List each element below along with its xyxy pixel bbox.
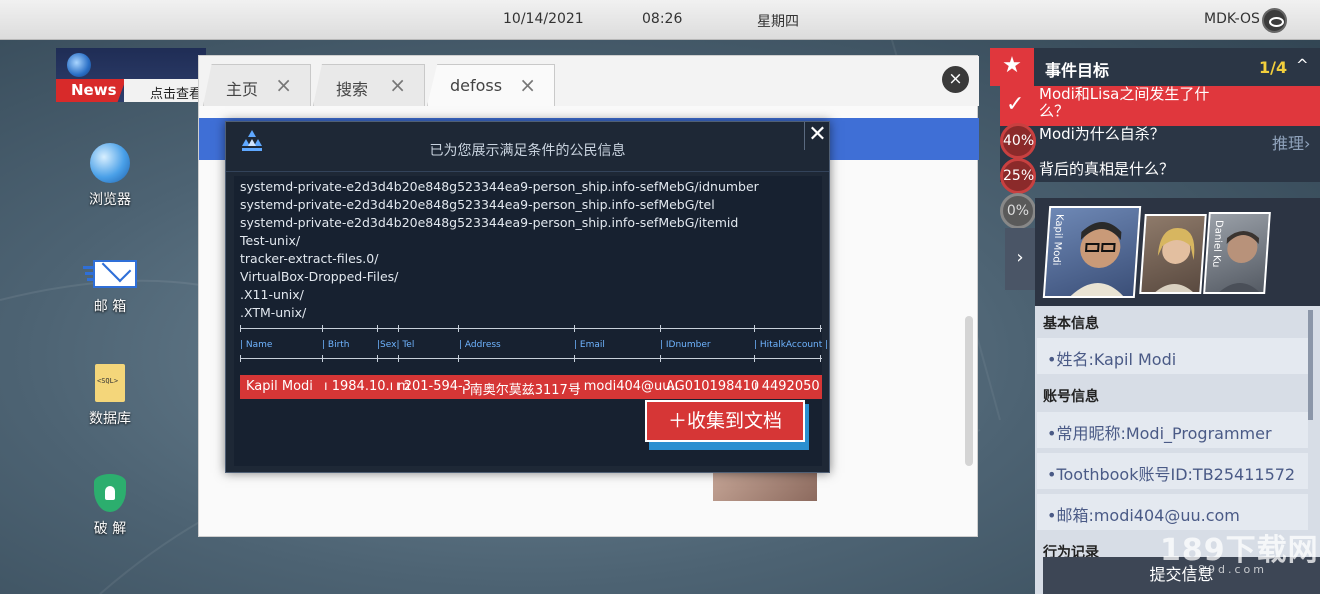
table-divider [240, 355, 822, 362]
goals-progress-count: 1/4 [1259, 58, 1288, 77]
time-display: 08:26 [642, 11, 683, 27]
col-header-sex-tel: |Sex| Tel [377, 340, 415, 350]
output-line: .XTM-unix/ [240, 305, 307, 320]
col-header-idnumber: | IDnumber [660, 340, 711, 350]
section-basic-info: 基本信息 [1043, 316, 1099, 332]
info-row-name[interactable]: •姓名:Kapil Modi [1037, 338, 1308, 374]
output-line: Test-unix/ [240, 233, 301, 248]
os-name: MDK-OS [1204, 11, 1260, 27]
shield-lock-icon [94, 474, 126, 512]
output-line: VirtualBox-Dropped-Files/ [240, 269, 399, 284]
goal-progress-ring: 0% [1000, 193, 1036, 229]
desktop-icon-label: 数据库 [89, 411, 131, 427]
collect-to-document-button[interactable]: ＋收集到文档 [645, 400, 809, 450]
col-header-name: | Name [240, 340, 273, 350]
database-icon: <SQL> [95, 364, 125, 402]
output-line: tracker-extract-files.0/ [240, 251, 379, 266]
result-row-kapil-modi[interactable]: Kapil Modi ı 1984.10.ı m ı 201-594-3 ı 南… [240, 375, 822, 399]
weekday-display: 星期四 [757, 14, 799, 30]
citizen-info-dialog: 已为您展示满足条件的公民信息 ✕ systemd-private-e2d3d4b… [225, 121, 830, 473]
date-display: 10/14/2021 [503, 11, 584, 27]
output-line: .X11-unix/ [240, 287, 304, 302]
col-header-email: | Email [574, 340, 605, 350]
output-line: systemd-private-e2d3d4b20e848g523344ea9-… [240, 197, 715, 212]
tab-close-icon[interactable]: × [519, 73, 536, 97]
site-watermark-url: 189d.com [1188, 563, 1267, 576]
goal-text[interactable]: 背后的真相是什么？ [1039, 158, 1320, 179]
system-top-bar: 10/14/2021 08:26 星期四 MDK-OS [0, 0, 1320, 40]
tab-close-icon[interactable]: × [275, 73, 292, 97]
desktop-icon-label: 破 解 [93, 521, 127, 537]
desktop-icon-database[interactable]: <SQL> 数据库 [75, 364, 145, 428]
table-divider [240, 325, 822, 332]
cell-hitalk: ı 4492050 [754, 379, 820, 394]
cell-email: ı modi404@uu.ı [576, 379, 679, 394]
col-header-birth: | Birth [322, 340, 350, 350]
eye-logo-icon[interactable] [1262, 8, 1287, 33]
desktop-icon-label: 邮 箱 [93, 299, 127, 315]
cell-idnumber: AG010198410 [666, 379, 760, 394]
browser-scrollbar[interactable] [965, 316, 973, 466]
cell-address: ı 南奥尔莫兹3117号 [462, 383, 581, 398]
tab-home[interactable]: 主页 × [203, 64, 311, 106]
news-ticker[interactable]: 点击查看 [124, 79, 206, 102]
dialog-title: 已为您展示满足条件的公民信息 [429, 143, 626, 159]
portrait-female[interactable] [1139, 214, 1207, 294]
section-account-info: 账号信息 [1043, 389, 1099, 405]
desktop-icon-mail[interactable]: 邮 箱 [75, 260, 145, 316]
tab-defoss[interactable]: defoss × [427, 64, 555, 106]
goals-title: 事件目标 [1045, 61, 1110, 80]
expand-arrow-icon[interactable]: › [1005, 228, 1035, 290]
desktop-icon-label: 浏览器 [89, 192, 131, 208]
desktop-icon-crack[interactable]: 破 解 [75, 474, 145, 538]
browser-close-button[interactable]: × [942, 66, 969, 93]
output-line: systemd-private-e2d3d4b20e848g523344ea9-… [240, 179, 759, 194]
checkmark-icon: ✓ [1006, 92, 1025, 117]
info-scrollbar[interactable] [1308, 310, 1313, 420]
info-row-nickname[interactable]: •常用昵称:Modi_Programmer [1037, 412, 1308, 448]
portrait-daniel[interactable]: Daniel Ku [1203, 212, 1271, 294]
news-globe-icon [67, 53, 91, 77]
cell-name: Kapil Modi [246, 379, 313, 394]
tab-close-icon[interactable]: × [389, 73, 406, 97]
tab-strip: 主页 × 搜索 × defoss × [199, 56, 979, 106]
goal-progress-ring: 40% [1000, 123, 1036, 159]
desktop-icon-browser[interactable]: 浏览器 [75, 143, 145, 209]
col-header-hitalk: | HitalkAccount | [754, 340, 829, 350]
cell-tel: ı 201-594-3 [396, 379, 472, 394]
col-header-address: | Address [459, 340, 501, 350]
dialog-close-button[interactable]: ✕ [804, 122, 830, 150]
globe-icon [90, 143, 130, 183]
collapse-caret-icon[interactable]: ^ [1296, 56, 1309, 74]
star-icon: ★ [990, 48, 1034, 86]
goal-text: Modi和Lisa之间发生了什 么？ [1039, 85, 1210, 120]
mail-icon [83, 260, 137, 290]
portrait-kapil-modi[interactable]: Kapil Modi [1042, 206, 1142, 298]
tab-search[interactable]: 搜索 × [313, 64, 425, 106]
dialog-header: 已为您展示满足条件的公民信息 ✕ [226, 122, 829, 172]
goal-progress-ring: 25% [1000, 158, 1036, 194]
output-line: systemd-private-e2d3d4b20e848g523344ea9-… [240, 215, 739, 230]
news-badge: News [56, 79, 126, 102]
info-row-toothbook[interactable]: •Toothbook账号ID:TB25411572 [1037, 453, 1308, 489]
reasoning-link[interactable]: 推理› [1272, 130, 1310, 154]
